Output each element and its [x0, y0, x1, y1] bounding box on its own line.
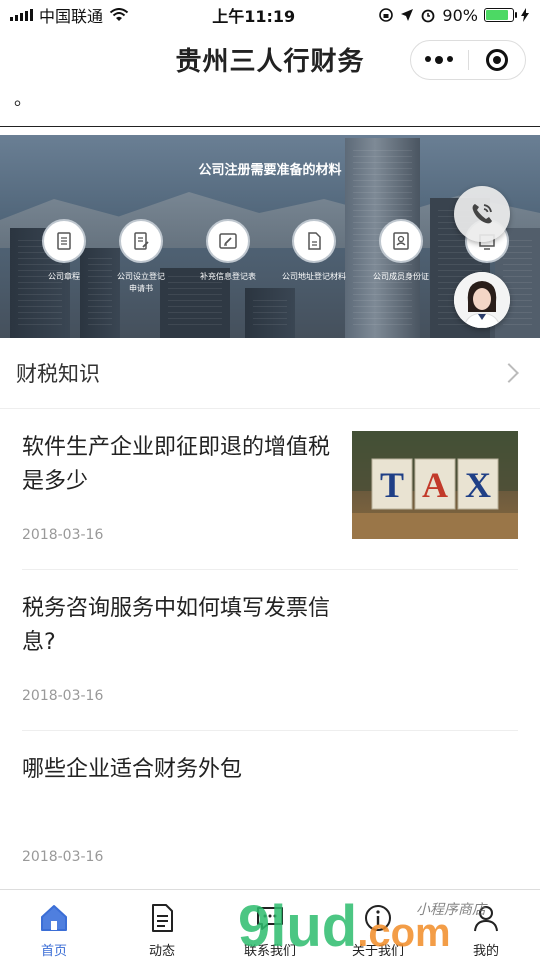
- article-date: 2018-03-16: [22, 527, 104, 543]
- wifi-icon: [109, 8, 129, 21]
- page-title: 贵州三人行财务: [175, 46, 365, 77]
- tab-bar: 首页 动态 联系我们 关于我们 我的: [0, 889, 540, 960]
- file-icon: [292, 219, 336, 263]
- nav-bar: 贵州三人行财务: [0, 30, 540, 88]
- carrier-label: 中国联通: [39, 7, 104, 26]
- tab-news[interactable]: 动态: [108, 890, 216, 960]
- banner-title: 公司注册需要准备的材料: [198, 163, 342, 178]
- battery-percent: 90%: [442, 5, 478, 25]
- tab-label: 首页: [40, 944, 67, 959]
- customer-service-avatar[interactable]: [454, 272, 510, 328]
- avatar-portrait-icon: [454, 272, 510, 328]
- tax-knowledge-header[interactable]: 财税知识: [0, 338, 540, 409]
- tax-letter: A: [422, 465, 448, 505]
- tab-mine[interactable]: 我的: [432, 890, 540, 960]
- user-icon: [474, 906, 498, 932]
- phone-icon: [472, 204, 492, 224]
- article-title: 哪些企业适合财务外包: [22, 757, 243, 782]
- rotation-lock-icon: [379, 8, 394, 22]
- banner-item-application: 公司设立登记申请书: [101, 219, 181, 295]
- call-button[interactable]: [454, 186, 510, 242]
- banner-item-articles: 公司章程: [24, 219, 104, 283]
- status-bar: 中国联通 上午11:19 90%: [0, 0, 540, 30]
- article-date: 2018-03-16: [22, 688, 104, 704]
- edit-document-icon: [119, 219, 163, 263]
- chat-icon: [257, 907, 283, 930]
- article-title: 税务咨询服务中如何填写发票信息?: [22, 596, 331, 655]
- charging-icon: [520, 8, 529, 22]
- id-card-icon: [379, 219, 423, 263]
- form-edit-icon: [206, 219, 250, 263]
- banner-item-address: 公司地址登记材料: [274, 219, 354, 283]
- chevron-right-icon: [499, 363, 519, 383]
- article-item[interactable]: 哪些企业适合财务外包 2018-03-16: [22, 731, 518, 891]
- banner-item-supplement-form: 补充信息登记表: [188, 219, 268, 283]
- tab-label: 动态: [148, 944, 175, 959]
- tab-label: 我的: [472, 944, 499, 959]
- target-close-icon: [485, 49, 508, 71]
- status-time: 上午11:19: [212, 7, 296, 26]
- article-item[interactable]: 软件生产企业即征即退的增值税是多少 2018-03-16 T A X: [22, 409, 518, 570]
- tab-contact[interactable]: 联系我们: [216, 890, 324, 960]
- stray-text: 。: [0, 88, 540, 127]
- article-item[interactable]: 税务咨询服务中如何填写发票信息? 2018-03-16: [22, 570, 518, 731]
- more-dots-icon: [425, 56, 454, 64]
- news-icon: [152, 904, 173, 932]
- tab-label: 关于我们: [351, 944, 404, 959]
- tax-letter: T: [380, 465, 404, 505]
- document-icon: [42, 219, 86, 263]
- more-button[interactable]: [411, 41, 468, 79]
- tax-letter: X: [465, 465, 491, 505]
- article-date: 2018-03-16: [22, 849, 104, 865]
- tab-home[interactable]: 首页: [0, 890, 108, 960]
- battery-icon: [483, 8, 517, 22]
- tab-label: 联系我们: [243, 944, 296, 959]
- article-title: 软件生产企业即征即退的增值税是多少: [22, 435, 331, 494]
- home-icon: [41, 905, 67, 931]
- mini-program-capsule: [410, 40, 526, 80]
- banner-building: [245, 288, 295, 338]
- article-thumbnail: T A X: [352, 431, 518, 539]
- tab-about[interactable]: 关于我们: [324, 890, 432, 960]
- info-icon: [365, 905, 391, 931]
- close-mini-program-button[interactable]: [469, 41, 526, 79]
- location-icon: [401, 9, 414, 21]
- alarm-icon: [422, 9, 435, 23]
- section-title: 财税知识: [16, 362, 100, 386]
- signal-icon: [10, 9, 33, 21]
- banner-item-id-card: 公司成员身份证: [361, 219, 441, 283]
